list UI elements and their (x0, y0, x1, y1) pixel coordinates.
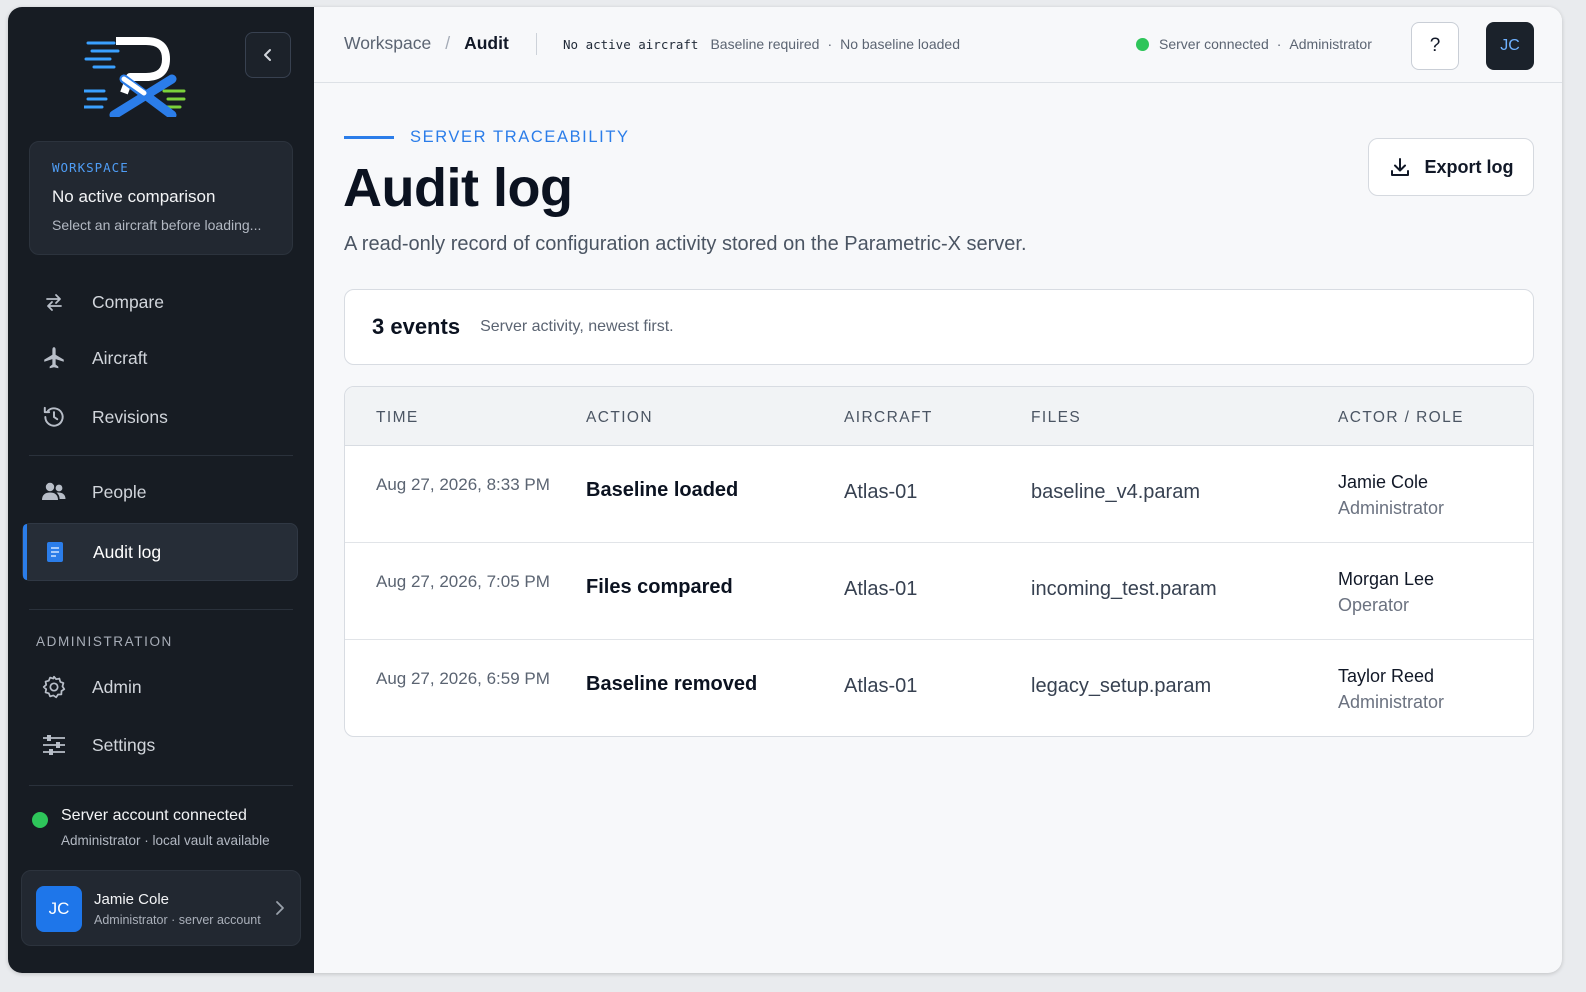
sidebar-item-label: Audit log (93, 541, 162, 562)
breadcrumb-separator: / (445, 33, 451, 53)
breadcrumb: Workspace / Audit (344, 33, 509, 54)
sidebar-item-label: Settings (92, 734, 156, 755)
breadcrumb-workspace[interactable]: Workspace (344, 33, 431, 54)
app-window: WORKSPACE No active comparison Select an… (8, 7, 1562, 973)
aircraft-status: No active aircraft Baseline required · N… (563, 36, 960, 52)
topbar-divider (536, 33, 537, 55)
download-icon (1390, 158, 1409, 176)
server-status-title: Server account connected (61, 807, 247, 824)
cell-aircraft: Atlas-01 (844, 578, 918, 600)
administration-section-label: ADMINISTRATION (36, 634, 173, 649)
airplane-icon (40, 344, 68, 372)
main-content: Workspace / Audit No active aircraft Bas… (314, 7, 1562, 973)
sidebar-item-people[interactable]: People (22, 463, 298, 521)
status-dot-icon (32, 812, 48, 828)
workspace-kicker: WORKSPACE (52, 160, 129, 175)
breadcrumb-current: Audit (464, 33, 509, 53)
connected-dot-icon (1136, 37, 1149, 51)
user-role: Administrator · server account (94, 913, 261, 927)
cell-action: Files compared (586, 576, 733, 598)
workspace-card[interactable]: WORKSPACE No active comparison Select an… (29, 141, 293, 255)
export-log-label: Export log (1424, 156, 1514, 177)
cell-action: Baseline loaded (586, 479, 739, 501)
baseline-loaded-text: No baseline loaded (840, 36, 960, 52)
chevron-left-icon (264, 49, 271, 61)
table-row[interactable]: Aug 27, 2026, 6:59 PM Baseline removed A… (345, 640, 1533, 736)
cell-time: Aug 27, 2026, 8:33 PM (376, 475, 550, 494)
cell-action: Baseline removed (586, 673, 758, 695)
kicker-text: SERVER TRACEABILITY (410, 128, 630, 146)
history-icon (40, 403, 68, 431)
server-connected-text: Server connected (1159, 36, 1269, 52)
event-count: 3 events (372, 314, 461, 339)
cell-aircraft: Atlas-01 (844, 675, 918, 697)
account-avatar-button[interactable]: JC (1486, 22, 1534, 70)
sidebar: WORKSPACE No active comparison Select an… (8, 7, 314, 973)
avatar: JC (36, 886, 82, 932)
role-text: Administrator (1289, 36, 1372, 52)
page-subtitle: A read-only record of configuration acti… (344, 233, 1027, 255)
workspace-title: No active comparison (52, 187, 216, 206)
collapse-sidebar-button[interactable] (245, 32, 291, 78)
user-account-card[interactable]: JC Jamie Cole Administrator · server acc… (21, 870, 301, 946)
sidebar-item-label: Compare (92, 291, 164, 312)
sidebar-divider (29, 455, 293, 456)
cell-role: Operator (1338, 595, 1410, 615)
people-icon (40, 478, 68, 506)
cell-time: Aug 27, 2026, 6:59 PM (376, 669, 550, 688)
sidebar-divider (29, 785, 293, 786)
column-header-files[interactable]: FILES (1031, 409, 1081, 427)
sidebar-item-audit-log[interactable]: Audit log (22, 523, 298, 581)
sidebar-item-revisions[interactable]: Revisions (22, 388, 298, 446)
table-row[interactable]: Aug 27, 2026, 8:33 PM Baseline loaded At… (345, 446, 1533, 543)
page-kicker: SERVER TRACEABILITY (344, 128, 630, 147)
table-header: TIME ACTION AIRCRAFT FILES ACTOR / ROLE (345, 387, 1533, 446)
connection-status: Server connected · Administrator (1136, 36, 1372, 52)
column-header-time[interactable]: TIME (376, 409, 419, 427)
sidebar-divider (29, 609, 293, 610)
sidebar-item-label: People (92, 481, 147, 502)
audit-table: TIME ACTION AIRCRAFT FILES ACTOR / ROLE … (344, 386, 1534, 737)
user-name: Jamie Cole (94, 891, 170, 908)
column-header-action[interactable]: ACTION (586, 409, 653, 427)
sidebar-item-aircraft[interactable]: Aircraft (22, 329, 298, 387)
cell-files: legacy_setup.param (1031, 675, 1212, 697)
column-header-actor-role[interactable]: ACTOR / ROLE (1338, 409, 1464, 427)
cell-aircraft: Atlas-01 (844, 481, 918, 503)
top-bar: Workspace / Audit No active aircraft Bas… (314, 7, 1562, 83)
events-summary: 3 events Server activity, newest first. (344, 289, 1534, 365)
cell-files: incoming_test.param (1031, 578, 1217, 600)
help-button[interactable]: ? (1411, 22, 1459, 70)
arrows-swap-icon (40, 288, 68, 316)
sidebar-item-label: Revisions (92, 406, 168, 427)
cell-time: Aug 27, 2026, 7:05 PM (376, 572, 550, 591)
sidebar-item-compare[interactable]: Compare (22, 273, 298, 331)
table-row[interactable]: Aug 27, 2026, 7:05 PM Files compared Atl… (345, 543, 1533, 640)
kicker-accent-bar (344, 136, 394, 139)
baseline-required-text: Baseline required (710, 36, 820, 52)
document-icon (41, 538, 69, 566)
app-logo (82, 33, 188, 120)
workspace-subtitle: Select an aircraft before loading... (52, 217, 262, 233)
export-log-button[interactable]: Export log (1368, 138, 1534, 196)
sidebar-item-settings[interactable]: Settings (22, 716, 298, 774)
gear-icon (40, 673, 68, 701)
sidebar-item-label: Aircraft (92, 347, 148, 368)
cell-files: baseline_v4.param (1031, 481, 1200, 503)
server-status-detail: Administrator · local vault available (61, 833, 270, 848)
page-title: Audit log (343, 158, 573, 218)
summary-description: Server activity, newest first. (480, 318, 674, 335)
active-aircraft-text: No active aircraft (563, 36, 699, 52)
sidebar-item-label: Admin (92, 676, 142, 697)
sliders-icon (40, 731, 68, 759)
chevron-right-icon (276, 901, 284, 915)
cell-actor: Morgan Lee (1338, 569, 1435, 589)
cell-role: Administrator (1338, 692, 1445, 712)
column-header-aircraft[interactable]: AIRCRAFT (844, 409, 933, 427)
sidebar-item-admin[interactable]: Admin (22, 658, 298, 716)
cell-actor: Taylor Reed (1338, 666, 1435, 686)
cell-actor: Jamie Cole (1338, 472, 1429, 492)
cell-role: Administrator (1338, 498, 1445, 518)
